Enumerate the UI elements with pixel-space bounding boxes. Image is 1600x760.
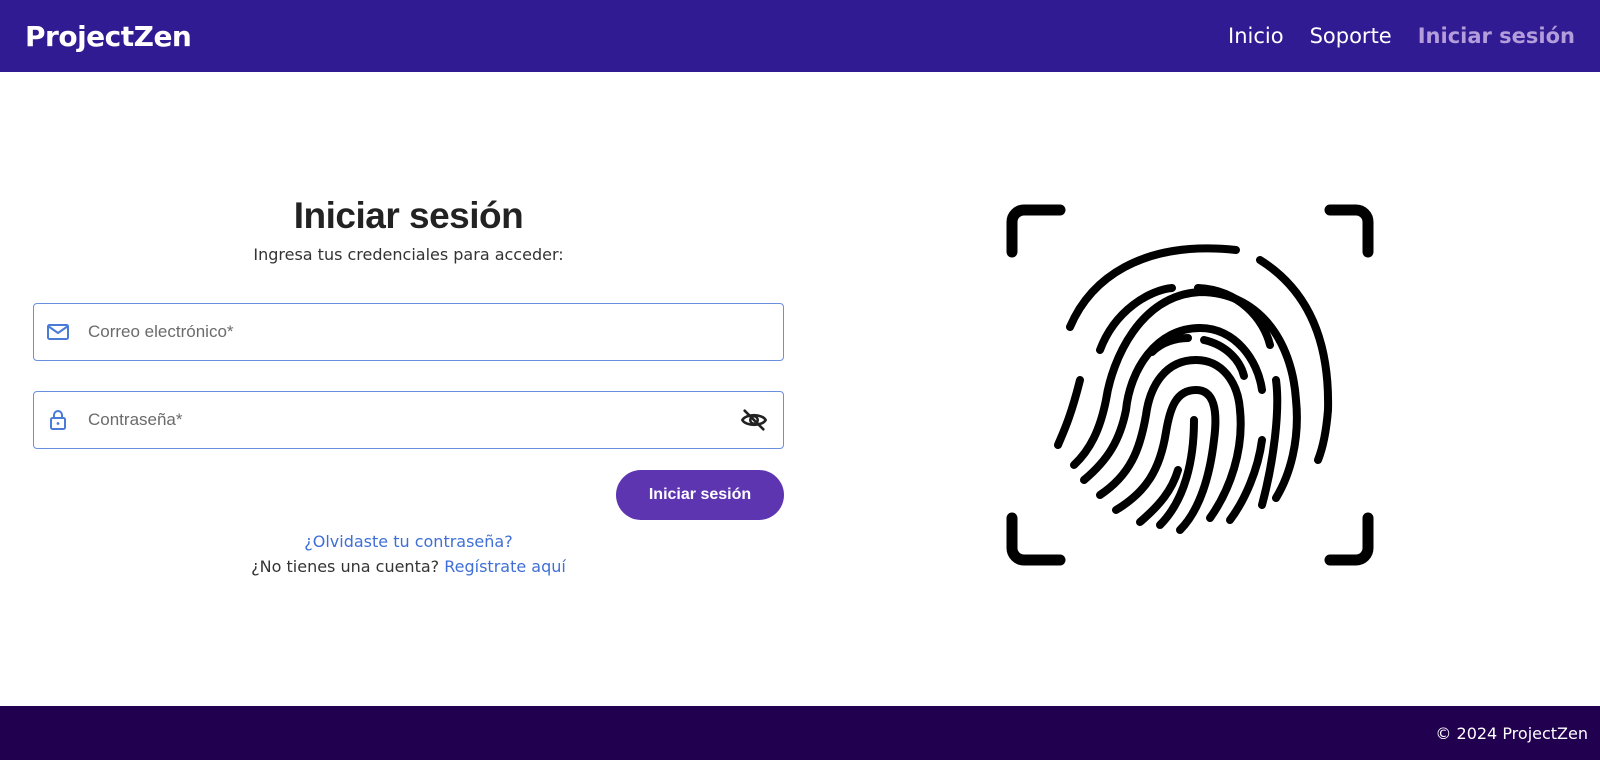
login-title: Iniciar sesión [293, 195, 524, 236]
email-input[interactable] [88, 304, 783, 360]
login-links: ¿Olvidaste tu contraseña? ¿No tienes una… [33, 529, 784, 579]
footer-copyright: © 2024 ProjectZen [1435, 723, 1588, 743]
nav-link-iniciar-sesion[interactable]: Iniciar sesión [1418, 24, 1575, 48]
lock-icon [46, 408, 70, 432]
no-account-text: ¿No tienes una cuenta? [251, 557, 440, 576]
eye-off-icon[interactable] [739, 405, 769, 435]
footer: © 2024 ProjectZen [0, 706, 1600, 760]
password-input[interactable] [88, 392, 739, 448]
nav-links: Inicio Soporte Iniciar sesión [1228, 24, 1575, 48]
top-navbar: ProjectZen Inicio Soporte Iniciar sesión [0, 0, 1600, 72]
password-field [33, 391, 784, 449]
brand-logo[interactable]: ProjectZen [25, 20, 192, 53]
nav-link-soporte[interactable]: Soporte [1310, 24, 1392, 48]
login-form: Iniciar sesión Ingresa tus credenciales … [33, 195, 784, 576]
login-submit-button[interactable]: Iniciar sesión [616, 470, 784, 520]
nav-link-inicio[interactable]: Inicio [1228, 24, 1284, 48]
mail-icon [46, 320, 70, 344]
fingerprint-scan-icon [1000, 200, 1380, 580]
login-subtitle: Ingresa tus credenciales para acceder: [253, 245, 564, 264]
forgot-password-link[interactable]: ¿Olvidaste tu contraseña? [304, 532, 512, 551]
register-link[interactable]: Regístrate aquí [444, 557, 566, 576]
email-field [33, 303, 784, 361]
